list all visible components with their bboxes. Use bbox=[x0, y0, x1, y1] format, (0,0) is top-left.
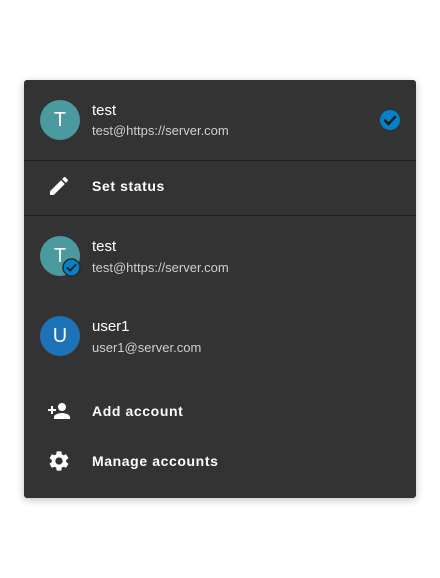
account-avatar-initial: U bbox=[52, 324, 68, 347]
manage-accounts-label: Manage accounts bbox=[92, 453, 219, 469]
account-avatar: U bbox=[40, 316, 80, 356]
add-account-button[interactable]: Add account bbox=[24, 387, 416, 435]
manage-accounts-button[interactable]: Manage accounts bbox=[24, 437, 416, 485]
current-account-email: test@https://server.com bbox=[92, 123, 229, 138]
set-status-button[interactable]: Set status bbox=[24, 162, 416, 210]
account-item-test[interactable]: T test test@https://server.com bbox=[24, 220, 416, 292]
account-name: user1 bbox=[92, 318, 130, 335]
account-item-user1[interactable]: U user1 user1@server.com bbox=[24, 300, 416, 372]
account-switcher-dialog: T test test@https://server.com Set statu… bbox=[24, 80, 416, 498]
current-account-avatar-initial: T bbox=[53, 108, 67, 131]
pencil-icon bbox=[50, 176, 69, 195]
gear-icon bbox=[49, 451, 69, 471]
account-name: test bbox=[92, 238, 117, 255]
set-status-label: Set status bbox=[92, 178, 165, 194]
current-account-avatar: T bbox=[40, 100, 80, 140]
person-add-icon bbox=[48, 403, 70, 419]
account-email: user1@server.com bbox=[92, 340, 202, 355]
current-account-name: test bbox=[92, 102, 117, 119]
check-circle-icon bbox=[380, 110, 400, 130]
account-email: test@https://server.com bbox=[92, 260, 229, 275]
add-account-label: Add account bbox=[92, 403, 184, 419]
current-account[interactable]: T test test@https://server.com bbox=[24, 80, 416, 160]
active-check-badge-icon bbox=[62, 258, 81, 277]
divider bbox=[24, 160, 416, 161]
divider bbox=[24, 215, 416, 216]
